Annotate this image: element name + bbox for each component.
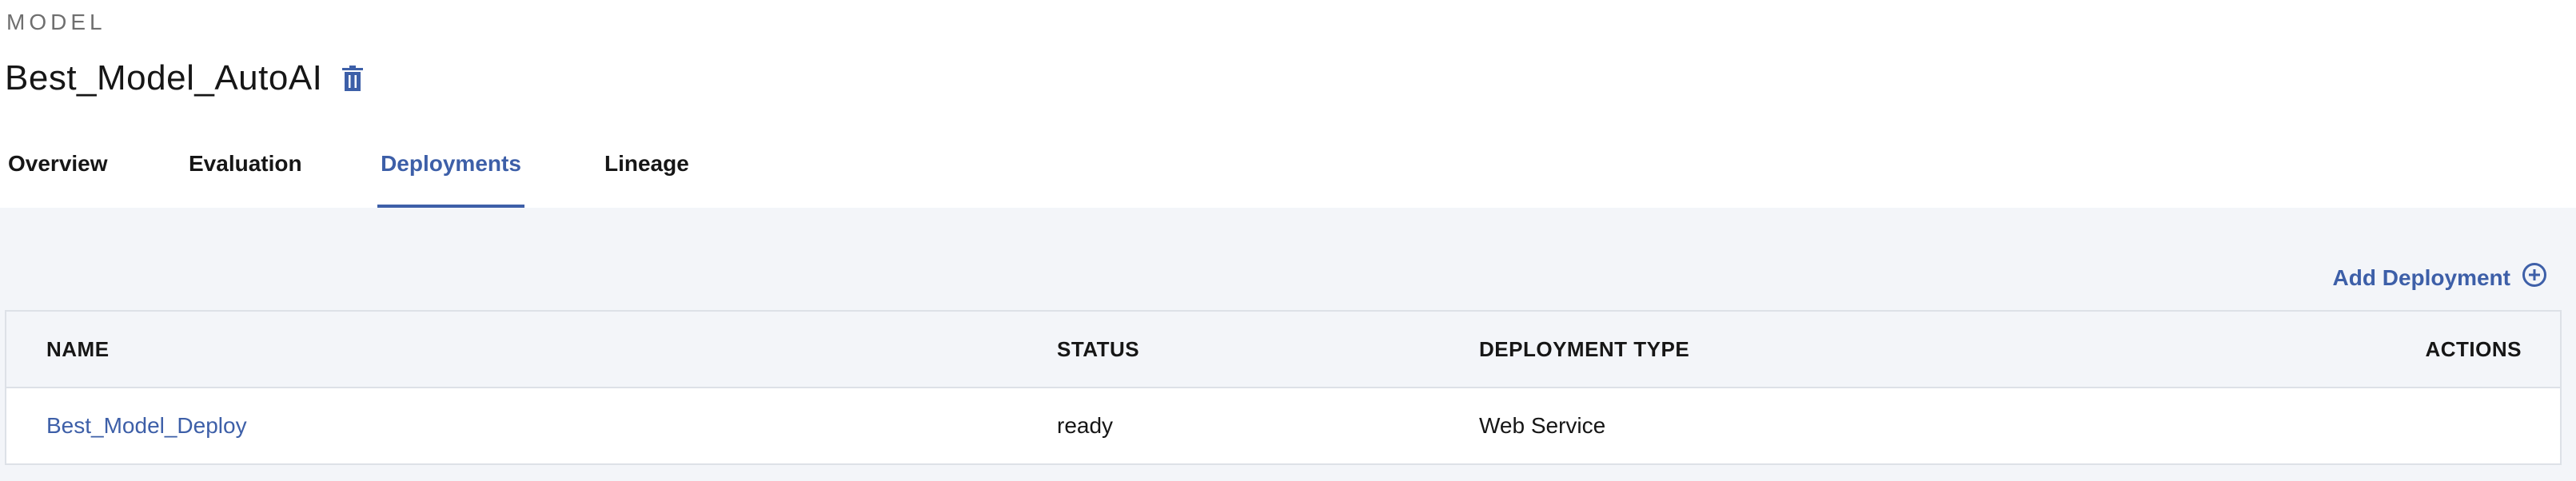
table-row[interactable]: Best_Model_Deploy ready Web Service: [6, 388, 2560, 463]
column-header-actions: ACTIONS: [2425, 336, 2522, 361]
deployment-name-link[interactable]: Best_Model_Deploy: [46, 413, 247, 439]
column-header-status[interactable]: STATUS: [1057, 337, 1139, 362]
trash-icon[interactable]: [340, 62, 365, 94]
add-deployment-label: Add Deployment: [2332, 264, 2510, 290]
table-header: NAME STATUS DEPLOYMENT TYPE ACTIONS: [6, 312, 2560, 388]
column-header-name[interactable]: NAME: [46, 337, 110, 362]
column-header-deployment-type[interactable]: DEPLOYMENT TYPE: [1479, 337, 1689, 362]
page-header: MODEL Best_Model_AutoAI Overview Evaluat…: [0, 0, 2576, 208]
add-deployment-button[interactable]: Add Deployment: [2333, 262, 2547, 293]
deployment-type: Web Service: [1479, 413, 1606, 438]
page-eyebrow: MODEL: [6, 10, 106, 34]
deployment-status: ready: [1057, 413, 1114, 438]
tab-evaluation[interactable]: Evaluation: [189, 136, 302, 208]
tab-lineage[interactable]: Lineage: [604, 136, 691, 208]
add-circle-icon: [2522, 262, 2547, 293]
tab-deployments[interactable]: Deployments: [377, 136, 524, 208]
page-title: Best_Model_AutoAI: [5, 58, 323, 97]
deployments-panel: Add Deployment NAME STATUS DEPLOYMENT TY…: [0, 208, 2576, 481]
tab-overview[interactable]: Overview: [8, 136, 108, 208]
deployments-table: NAME STATUS DEPLOYMENT TYPE ACTIONS Best…: [5, 310, 2562, 465]
model-tabs: Overview Evaluation Deployments Lineage: [0, 136, 691, 208]
title-row: Best_Model_AutoAI: [5, 54, 365, 102]
